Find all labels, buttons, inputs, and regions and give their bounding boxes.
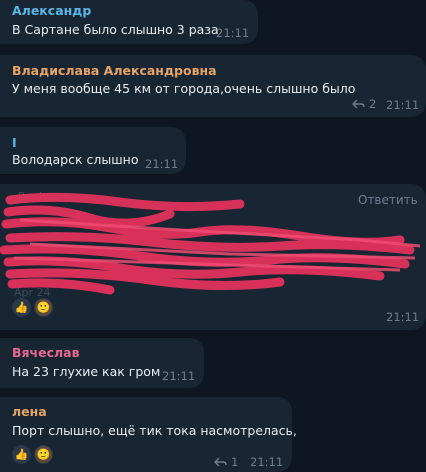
reactions[interactable]: 👍 🙂 xyxy=(12,445,53,464)
redaction-scribble xyxy=(0,192,421,295)
reply-count[interactable]: 1 xyxy=(214,455,238,469)
sender-name[interactable]: Владислава Александровна xyxy=(12,63,217,78)
message-time: 21:11 xyxy=(162,369,196,383)
message-text: Порт слышно, ещё тик тока насмотрелась, xyxy=(12,423,297,438)
sender-name[interactable]: Александр xyxy=(12,3,91,18)
reply-count[interactable]: 2 xyxy=(352,97,376,111)
reactor-avatar[interactable]: 🙂 xyxy=(34,298,53,317)
message-bubble[interactable]: Владислава Александровна У меня вообще 4… xyxy=(0,55,426,117)
reply-arrow-icon xyxy=(352,99,365,109)
sender-name[interactable]: лена xyxy=(12,404,47,419)
message-bubble[interactable]: Reply… Ответить Apr 24 👍 🙂 21:11 xyxy=(0,184,426,330)
reactions[interactable]: 👍 🙂 xyxy=(12,298,53,317)
message-time: 21:11 xyxy=(145,157,179,171)
message-time: 21:11 xyxy=(386,310,420,324)
message-bubble[interactable]: I Володарск слышно 21:11 xyxy=(0,127,186,174)
reply-count-value: 2 xyxy=(369,97,377,111)
reactor-avatar[interactable]: 🙂 xyxy=(34,445,53,464)
message-text: На 23 глухие как гром xyxy=(12,364,161,379)
message-text: Володарск слышно xyxy=(12,152,139,167)
message-time: 21:11 xyxy=(386,98,420,112)
message-text: У меня вообще 45 км от города,очень слыш… xyxy=(12,81,356,96)
message-time: 21:11 xyxy=(250,455,284,469)
thumbs-up-icon[interactable]: 👍 xyxy=(12,298,31,317)
message-bubble[interactable]: Александр В Сартане было слышно 3 раза 2… xyxy=(0,0,258,44)
reply-count-value: 1 xyxy=(231,455,239,469)
reply-arrow-icon xyxy=(214,457,227,467)
thumbs-up-icon[interactable]: 👍 xyxy=(12,445,31,464)
message-bubble[interactable]: Вячеслав На 23 глухие как гром 21:11 xyxy=(0,338,204,388)
message-text: В Сартане было слышно 3 раза xyxy=(12,22,219,37)
message-time: 21:11 xyxy=(216,26,250,40)
sender-name[interactable]: Вячеслав xyxy=(12,345,80,360)
message-bubble[interactable]: лена Порт слышно, ещё тик тока насмотрел… xyxy=(0,397,297,472)
sender-name[interactable]: I xyxy=(12,135,17,150)
